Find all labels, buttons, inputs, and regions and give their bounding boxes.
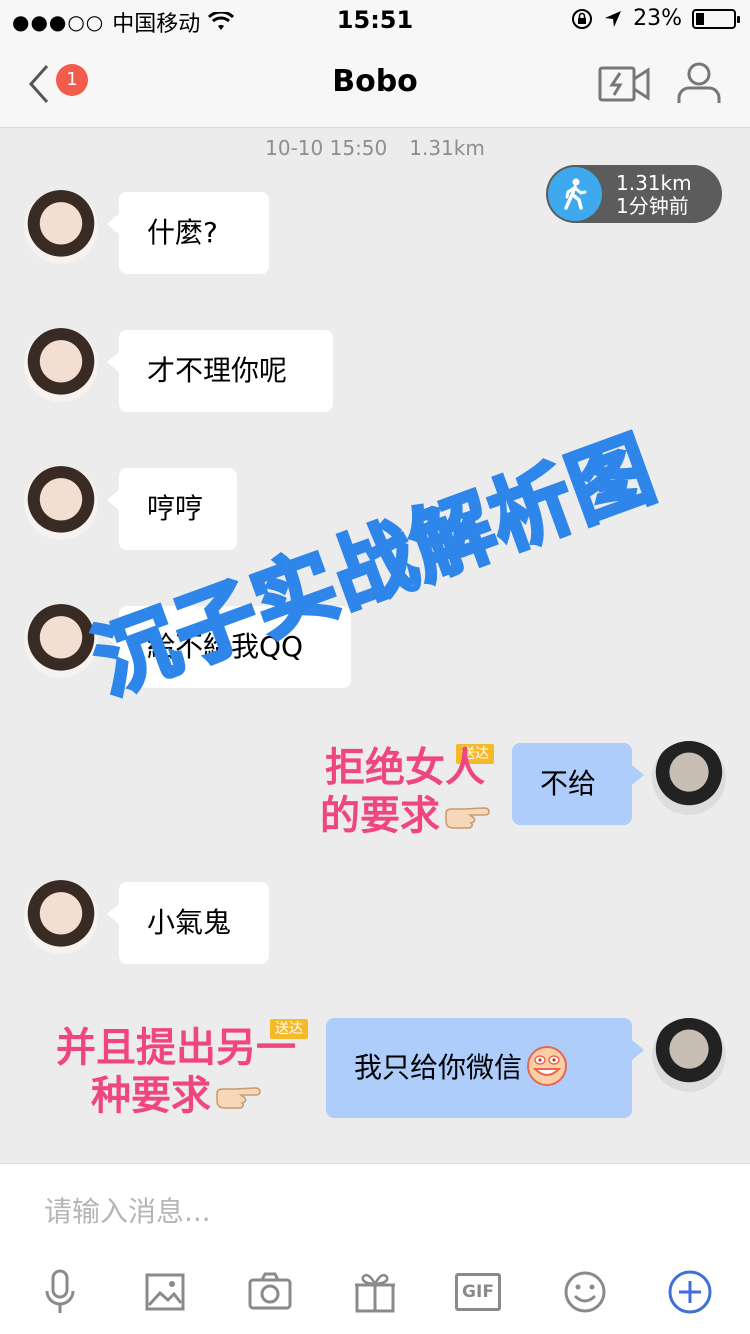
message-bubble-incoming[interactable]: 哼哼 [107, 468, 237, 550]
annotation-reject-request: 拒绝女人 的要求 [300, 744, 510, 840]
annotation-line-text: 的要求 [320, 793, 440, 839]
message-composer: 请输入消息... GIF [0, 1163, 750, 1334]
my-avatar[interactable] [652, 741, 726, 815]
watermark-text: 沉子实战解析图 [80, 419, 669, 713]
grinning-face-emoji-icon [527, 1046, 568, 1086]
battery-icon [692, 8, 740, 29]
annotation-line: 拒绝女人 [325, 745, 485, 791]
message-bubble-outgoing[interactable]: 我只给你微信 [326, 1018, 644, 1118]
input-toolbar: GIF [0, 1267, 750, 1321]
annotation-line: 的要求 [300, 792, 510, 840]
emoji-icon[interactable] [560, 1267, 610, 1317]
gif-icon[interactable]: GIF [455, 1273, 501, 1311]
microphone-icon[interactable] [35, 1267, 85, 1317]
gift-icon[interactable] [350, 1267, 400, 1317]
plus-icon[interactable] [665, 1267, 715, 1317]
video-call-icon[interactable] [598, 64, 650, 104]
timestamp-distance: 1.31km [409, 136, 485, 160]
status-bar: ●●●○○ 中国移动 15:51 23% [0, 0, 750, 40]
pointing-hand-icon [216, 1087, 261, 1109]
message-bubble-incoming[interactable]: 才不理你呢 [107, 330, 333, 412]
annotation-line: 并且提出另一 [56, 1025, 296, 1071]
message-text: 我只给你微信 [354, 1051, 523, 1084]
battery-level-fill [696, 12, 704, 25]
image-icon[interactable] [140, 1267, 190, 1317]
distance-pill-time: 1分钟前 [616, 194, 689, 218]
her-avatar[interactable] [24, 880, 98, 954]
pointing-hand-icon [445, 807, 490, 829]
message-bubble-incoming[interactable]: 小氣鬼 [107, 882, 269, 964]
message-input[interactable]: 请输入消息... [44, 1190, 211, 1230]
nav-bar: 1 Bobo [0, 40, 750, 128]
message-bubble-outgoing[interactable]: 不给 [512, 743, 644, 825]
timestamp-time: 10-10 15:50 [265, 136, 388, 160]
annotation-another-request: 并且提出另一 种要求 [28, 1024, 324, 1120]
message-timestamp: 10-10 15:50 1.31km [0, 136, 750, 160]
distance-pill-text: 1.31km 1分钟前 [616, 172, 692, 218]
message-bubble-incoming[interactable]: 什麼? [107, 192, 269, 274]
distance-pill-distance: 1.31km [616, 171, 692, 195]
battery-percent: 23% [633, 6, 682, 31]
profile-icon[interactable] [676, 60, 722, 106]
orientation-lock-icon [572, 8, 593, 29]
annotation-line: 种要求 [28, 1072, 324, 1120]
status-right: 23% [571, 6, 740, 31]
camera-icon[interactable] [245, 1267, 295, 1317]
her-avatar[interactable] [24, 190, 98, 264]
walking-person-icon [564, 178, 587, 210]
my-avatar[interactable] [652, 1018, 726, 1092]
her-avatar[interactable] [24, 466, 98, 540]
distance-pill[interactable]: 1.31km 1分钟前 [546, 165, 722, 223]
walking-icon-circle [548, 167, 602, 221]
location-arrow-icon [605, 10, 622, 27]
her-avatar[interactable] [24, 328, 98, 402]
annotation-line-text: 种要求 [91, 1073, 211, 1119]
